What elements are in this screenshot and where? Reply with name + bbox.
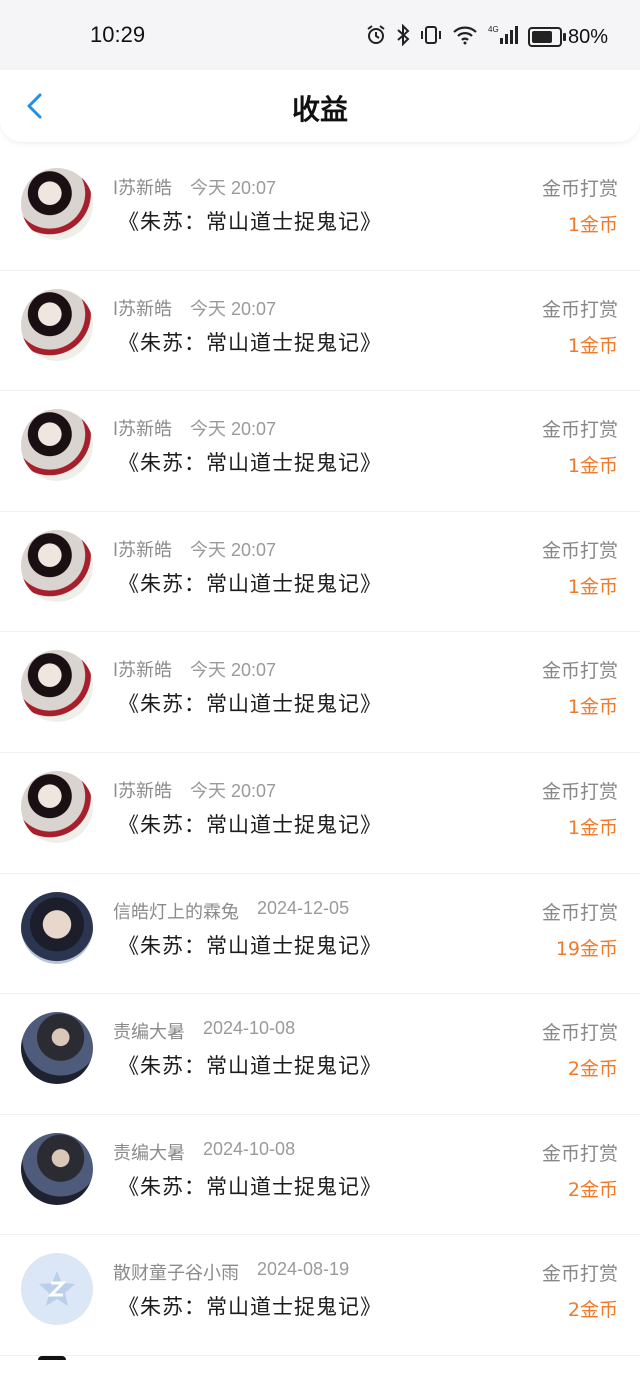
reward-type: 金币打赏 [541,660,618,683]
vibrate-icon [420,25,442,50]
bluetooth-icon [396,23,410,51]
avatar-dark-figure[interactable] [21,1132,93,1205]
nav-bar: 收益 [0,70,640,142]
svg-text:4G: 4G [488,25,499,34]
reward-type: 金币打赏 [541,419,618,442]
record-date: 2024-12-05 [257,897,350,918]
alarm-icon [366,24,386,50]
user-name: 责编大暑 [113,1022,185,1044]
list-item[interactable]: 散财童子谷小雨 2024-08-19 《朱苏：常山道士捉鬼记》 金币打赏 2金币 [0,1235,640,1356]
4g-signal-icon: 4G [488,24,518,51]
reward-type: 金币打赏 [541,1022,618,1045]
list-item[interactable]: l苏新皓 今天 20:07 《朱苏：常山道士捉鬼记》 金币打赏 1金币 [0,150,640,271]
reward-amount: 1金币 [567,214,618,236]
list-item[interactable]: l苏新皓 今天 20:07 《朱苏：常山道士捉鬼记》 金币打赏 1金币 [0,753,640,874]
reward-type: 金币打赏 [541,780,618,803]
reward-type: 金币打赏 [541,1263,618,1286]
reward-type: 金币打赏 [541,539,618,562]
reward-amount: 1金币 [567,334,618,357]
reward-amount: 19金币 [555,937,618,960]
book-title: 《朱苏：常山道士捉鬼记》 [118,1174,382,1199]
next-item-peek [38,1356,66,1373]
reward-amount: 1金币 [567,455,618,478]
book-title: 《朱苏：常山道士捉鬼记》 [118,933,382,958]
reward-amount: 1金币 [567,575,618,598]
user-name: l苏新皓 [113,780,173,802]
list-item[interactable]: 信皓灯上的霖兔 2024-12-05 《朱苏：常山道士捉鬼记》 金币打赏 19金… [0,874,640,995]
avatar-portrait-boy[interactable] [21,891,93,964]
reward-type: 金币打赏 [541,1142,618,1165]
battery-fill [531,31,552,43]
avatar-red-white[interactable] [21,770,93,843]
earnings-list: l苏新皓 今天 20:07 《朱苏：常山道士捉鬼记》 金币打赏 1金币 l苏新皓… [0,150,640,1356]
user-name: l苏新皓 [113,419,173,441]
list-item[interactable]: l苏新皓 今天 20:07 《朱苏：常山道士捉鬼记》 金币打赏 1金币 [0,391,640,512]
record-date: 今天 20:07 [190,298,277,319]
avatar-dark-figure[interactable] [21,1012,93,1085]
avatar-red-white[interactable] [21,288,93,361]
status-bar: 10:29 4G 80% [0,0,640,70]
list-item[interactable]: l苏新皓 今天 20:07 《朱苏：常山道士捉鬼记》 金币打赏 1金币 [0,512,640,633]
record-date: 今天 20:07 [190,660,277,681]
avatar-red-white[interactable] [21,168,93,240]
reward-type: 金币打赏 [541,178,618,200]
book-title: 《朱苏：常山道士捉鬼记》 [118,1054,382,1079]
user-name: l苏新皓 [113,660,173,682]
user-name: l苏新皓 [113,178,173,199]
book-title: 《朱苏：常山道士捉鬼记》 [118,571,382,596]
list-item[interactable]: 责编大暑 2024-10-08 《朱苏：常山道士捉鬼记》 金币打赏 2金币 [0,994,640,1115]
list-item[interactable]: 责编大暑 2024-10-08 《朱苏：常山道士捉鬼记》 金币打赏 2金币 [0,1115,640,1236]
book-title: 《朱苏：常山道士捉鬼记》 [118,692,382,717]
reward-type: 金币打赏 [541,298,618,321]
record-date: 2024-10-08 [203,1018,296,1039]
record-date: 今天 20:07 [190,539,277,560]
avatar-red-white[interactable] [21,529,93,602]
status-icons: 4G 80% [366,22,608,52]
user-name: 散财童子谷小雨 [113,1263,239,1285]
record-date: 2024-10-08 [203,1138,296,1159]
reward-amount: 2金币 [567,1058,618,1081]
user-name: l苏新皓 [113,298,173,320]
z-logo-icon [39,1271,75,1307]
record-date: 2024-08-19 [257,1259,350,1280]
reward-amount: 1金币 [567,816,618,839]
list-item[interactable]: l苏新皓 今天 20:07 《朱苏：常山道士捉鬼记》 金币打赏 1金币 [0,632,640,753]
book-title: 《朱苏：常山道士捉鬼记》 [118,812,382,837]
avatar-red-white[interactable] [21,650,93,723]
battery-percent: 80% [567,25,608,48]
reward-type: 金币打赏 [541,901,618,924]
user-name: l苏新皓 [113,539,173,561]
list-item[interactable]: l苏新皓 今天 20:07 《朱苏：常山道士捉鬼记》 金币打赏 1金币 [0,271,640,392]
record-date: 今天 20:07 [190,780,277,801]
battery-indicator: 80% [527,25,608,49]
record-date: 今天 20:07 [190,178,277,198]
book-title: 《朱苏：常山道士捉鬼记》 [118,451,382,476]
book-title: 《朱苏：常山道士捉鬼记》 [118,330,382,355]
reward-amount: 2金币 [567,1299,618,1322]
avatar-default-z[interactable] [21,1253,93,1326]
battery-icon [527,27,566,47]
user-name: 信皓灯上的霖兔 [113,901,239,923]
status-time: 10:29 [90,22,146,47]
page-title: 收益 [291,93,348,126]
book-title: 《朱苏：常山道士捉鬼记》 [118,1295,382,1320]
book-title: 《朱苏：常山道士捉鬼记》 [118,210,382,234]
avatar-red-white[interactable] [21,409,93,482]
wifi-icon [452,25,478,50]
user-name: 责编大暑 [113,1142,185,1164]
reward-amount: 1金币 [567,696,618,719]
reward-amount: 2金币 [567,1178,618,1201]
record-date: 今天 20:07 [190,419,277,440]
